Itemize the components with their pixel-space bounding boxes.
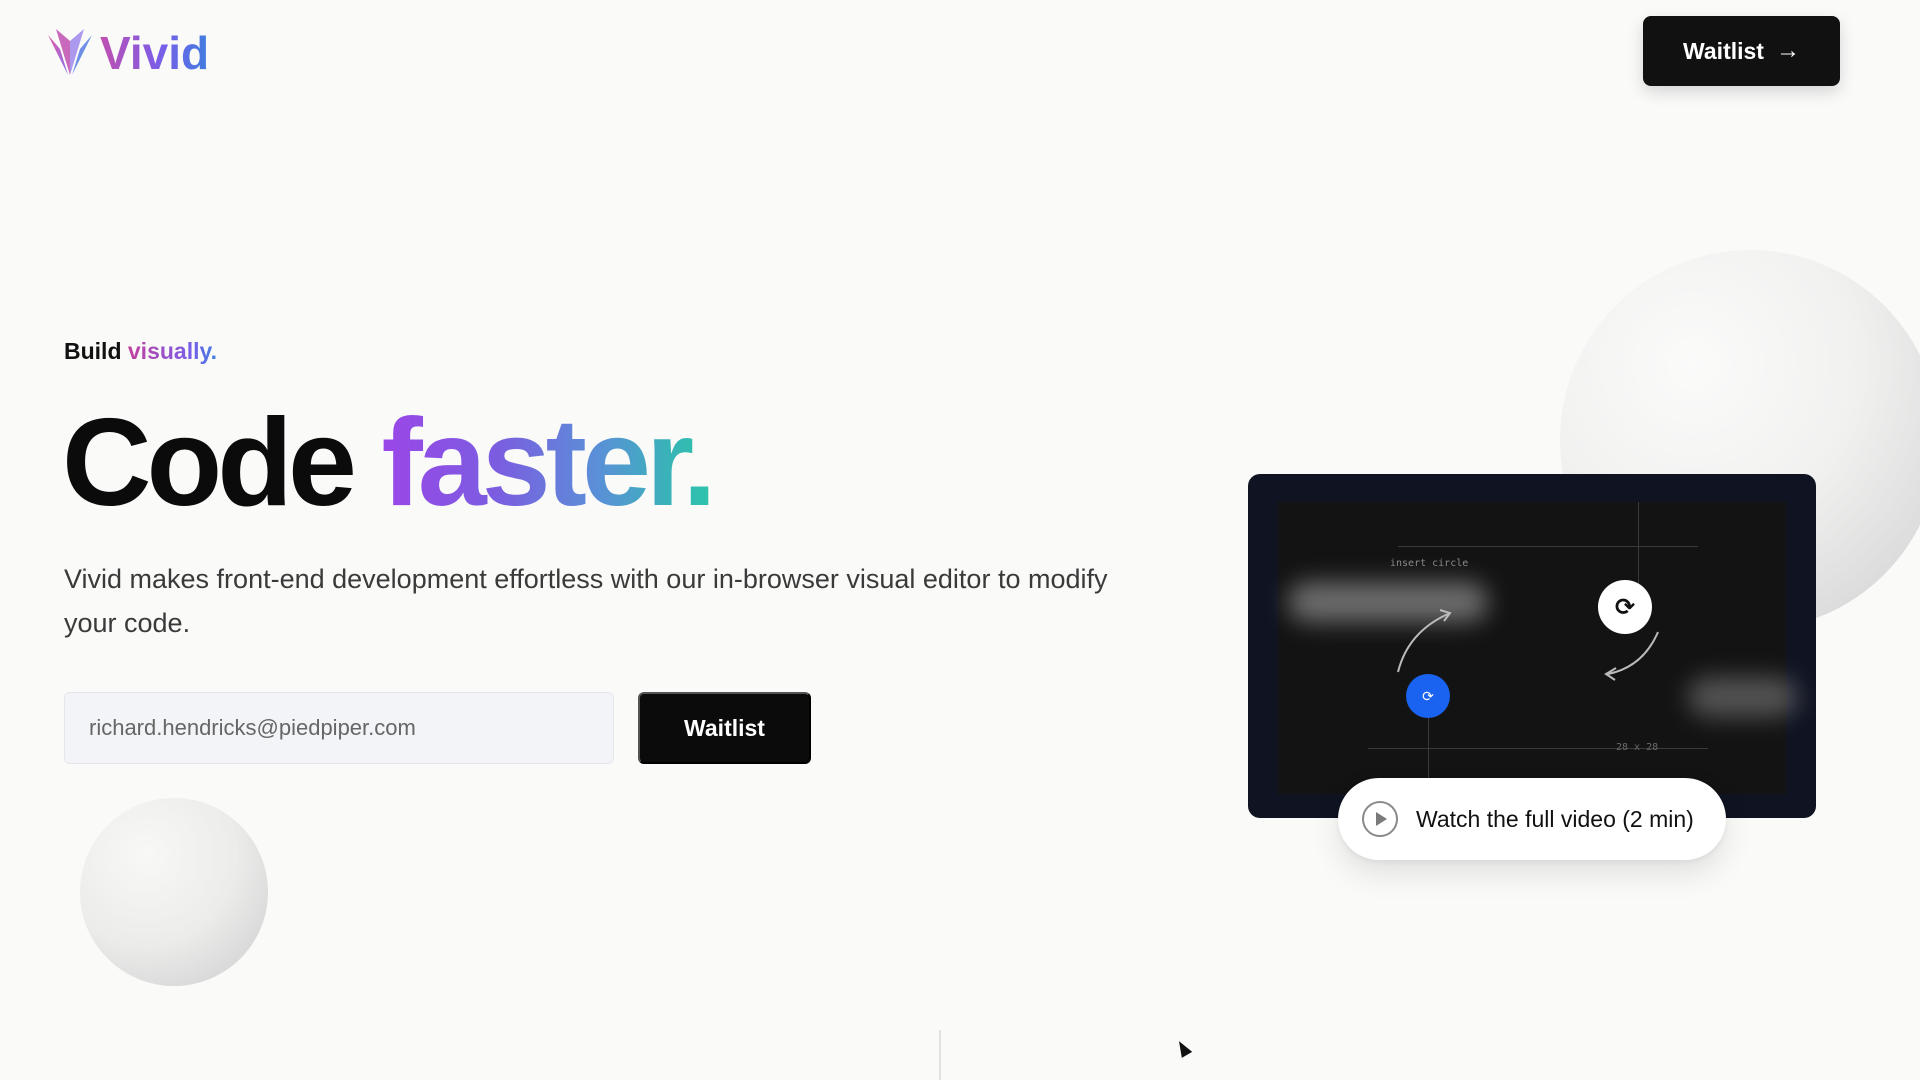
hero-headline: Code faster. [62,394,717,532]
hero-waitlist-button[interactable]: Waitlist [638,692,811,764]
hero-eyebrow: Build visually. [64,338,217,365]
watch-video-label: Watch the full video (2 min) [1416,805,1694,832]
email-input[interactable] [64,692,614,764]
hero-description: Vivid makes front-end development effort… [64,564,1108,638]
video-preview[interactable]: insert circle 28 x 28 ⟳ ⟳ [1248,474,1816,818]
header-waitlist-label: Waitlist [1683,37,1764,64]
mouse-cursor-icon [1173,1038,1193,1058]
watch-video-button[interactable]: Watch the full video (2 min) [1338,778,1726,860]
brand-name: Vivid [100,27,210,79]
vivid-logo-icon [48,29,92,75]
headline-plain: Code [62,394,357,532]
video-screen: insert circle 28 x 28 ⟳ ⟳ [1278,502,1798,794]
play-icon [1362,801,1398,837]
eyebrow-accent: visually. [127,338,217,364]
transition-arrows [1397,609,1659,681]
landing-page: Vivid Waitlist → Build visually. Code fa… [0,0,1920,1080]
eyebrow-plain: Build [64,338,122,364]
refresh-icon: ⟳ [1406,674,1450,718]
bottom-divider [939,1030,941,1080]
arrow-right-icon: → [1775,37,1800,64]
brand-logo-link[interactable]: Vivid [46,26,209,80]
decorative-sphere-left [80,798,268,986]
refresh-icon: ⟳ [1598,580,1652,634]
headline-accent: faster. [381,394,716,532]
header-waitlist-button[interactable]: Waitlist → [1643,16,1840,86]
